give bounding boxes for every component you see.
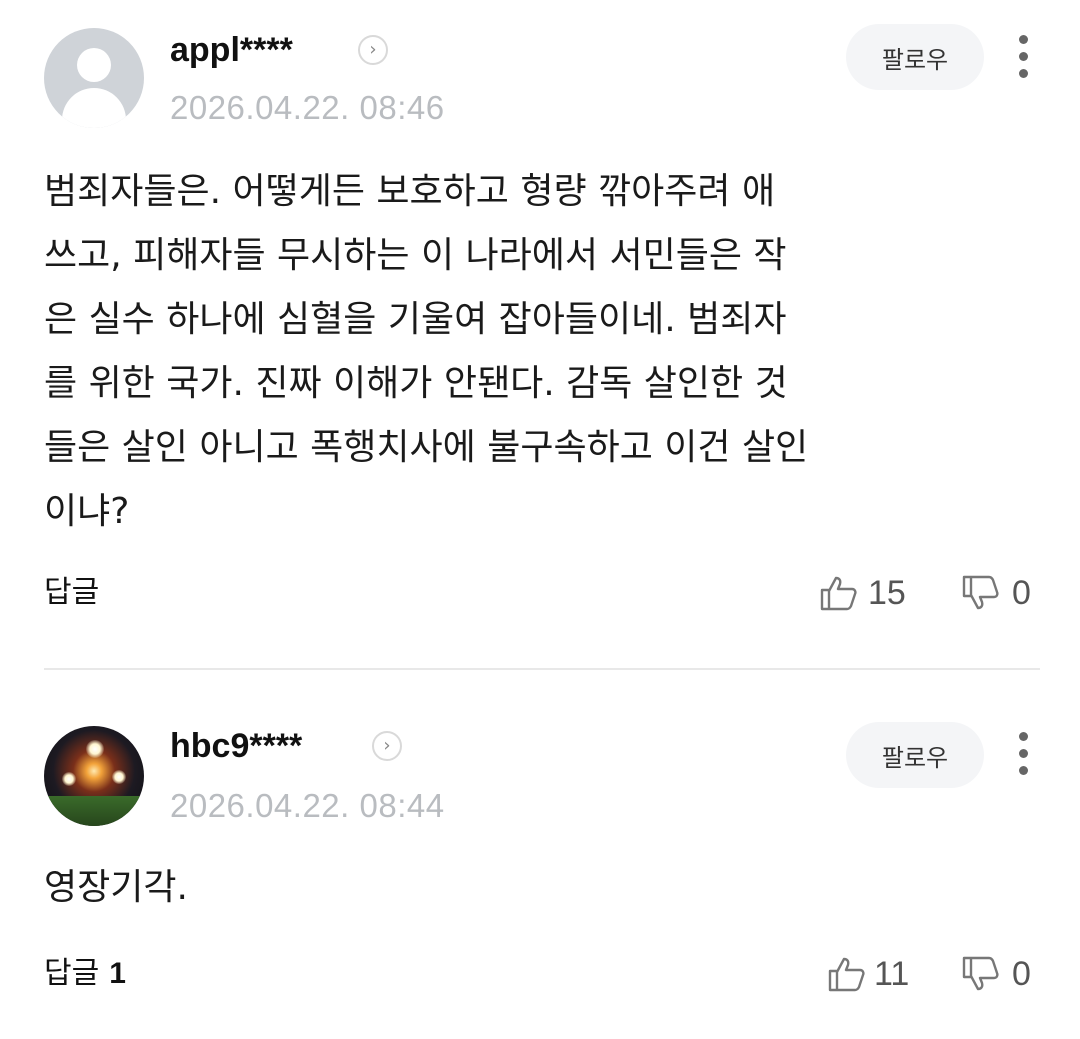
comment-username[interactable]: appl**** xyxy=(170,30,293,70)
like-button[interactable]: 11 xyxy=(828,954,918,994)
comment-date: 2026.04.22. 08:46 xyxy=(170,89,445,126)
reply-button[interactable]: 답글 xyxy=(44,573,99,613)
like-button[interactable]: 15 xyxy=(820,573,916,613)
like-count: 11 xyxy=(874,955,910,993)
comment-item: hbc9**** › 2026.04.22. 08:44 팔로우 영장기각. 답… xyxy=(0,670,1080,1039)
default-profile-icon[interactable] xyxy=(44,28,144,128)
dislike-count: 0 xyxy=(1012,955,1031,993)
more-vertical-icon[interactable] xyxy=(1012,33,1036,83)
reply-label: 답글 xyxy=(44,575,100,610)
comment-body: 영장기각. xyxy=(44,856,1004,920)
comment-body-line: 은 실수 하나에 심혈을 기울여 잡아들이네. 범죄자 xyxy=(44,299,787,340)
comment-body-line: 들은 살인 아니고 폭행치사에 불구속하고 이건 살인 xyxy=(44,427,809,468)
reply-button[interactable]: 답글 1 xyxy=(44,954,126,994)
thumbs-up-icon xyxy=(828,957,865,992)
comment-username[interactable]: hbc9**** xyxy=(170,726,302,766)
follow-button[interactable]: 팔로우 xyxy=(846,24,984,90)
comment-body-line: 를 위한 국가. 진짜 이해가 안됀다. 감독 살인한 것 xyxy=(44,363,788,404)
thumbs-down-icon xyxy=(962,575,999,610)
dislike-count: 0 xyxy=(1012,574,1031,612)
dislike-button[interactable]: 0 xyxy=(962,573,1042,613)
photo-avatar-fireworks[interactable] xyxy=(44,726,144,826)
comment-body: 범죄자들은. 어떻게든 보호하고 형량 깎아주려 애 쓰고, 피해자들 무시하는… xyxy=(44,160,1004,544)
chevron-right-icon[interactable]: › xyxy=(358,35,388,65)
follow-button[interactable]: 팔로우 xyxy=(846,722,984,788)
dislike-button[interactable]: 0 xyxy=(962,954,1042,994)
like-count: 15 xyxy=(868,574,906,612)
comment-body-line: 쓰고, 피해자들 무시하는 이 나라에서 서민들은 작 xyxy=(44,235,787,276)
thumbs-up-icon xyxy=(820,576,857,611)
comment-body-line: 범죄자들은. 어떻게든 보호하고 형량 깎아주려 애 xyxy=(44,171,776,212)
comment-date: 2026.04.22. 08:44 xyxy=(170,787,445,824)
comment-body-line: 영장기각. xyxy=(44,867,188,908)
more-vertical-icon[interactable] xyxy=(1012,730,1036,780)
reply-label: 답글 xyxy=(44,956,100,991)
reply-count: 1 xyxy=(109,957,126,990)
chevron-right-icon[interactable]: › xyxy=(372,731,402,761)
comment-item: appl**** › 2026.04.22. 08:46 팔로우 범죄자들은. … xyxy=(0,0,1080,668)
thumbs-down-icon xyxy=(962,956,999,991)
comment-body-line: 이냐? xyxy=(44,491,130,532)
